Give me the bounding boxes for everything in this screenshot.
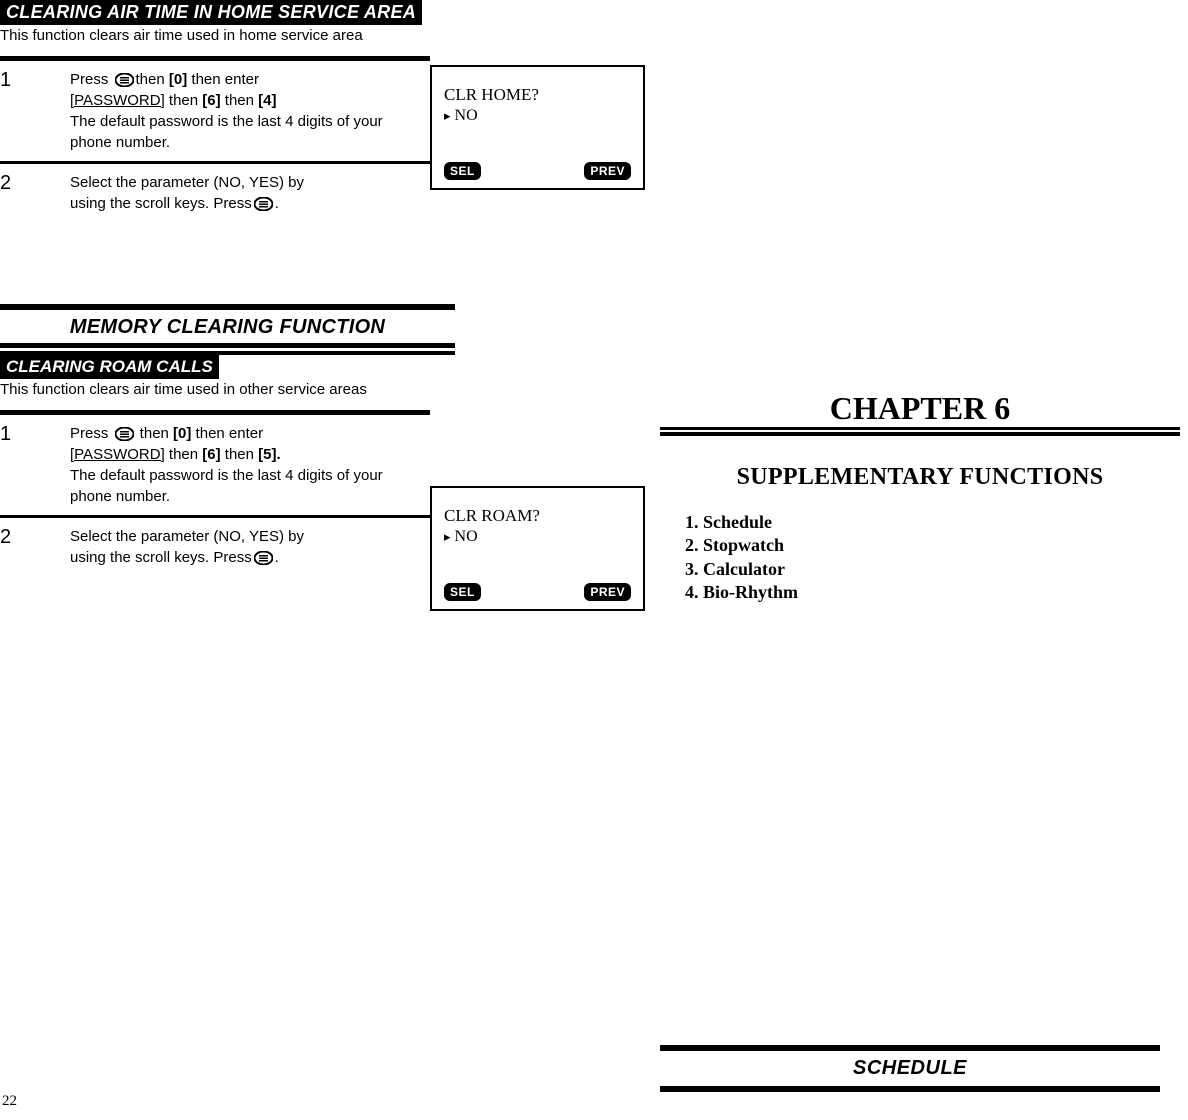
- text: then: [165, 446, 203, 463]
- text: then: [136, 71, 169, 88]
- divider: [0, 56, 430, 61]
- press-label: Press: [70, 425, 113, 442]
- step-text: Select the parameter (NO, YES) by using …: [70, 172, 400, 214]
- screen-option: ▸NO: [444, 107, 631, 125]
- step-number: 2: [0, 526, 70, 568]
- section-home-description: This function clears air time used in ho…: [0, 27, 580, 44]
- step-row: 1 Press then [0] then enter [PASSWORD] t…: [0, 69, 430, 153]
- supplementary-title: SUPPLEMENTARY FUNCTIONS: [660, 464, 1180, 491]
- text: Select the parameter (NO, YES) by: [70, 174, 304, 191]
- sel-button[interactable]: SEL: [444, 162, 481, 180]
- key-5: [5].: [258, 446, 281, 463]
- schedule-header-box: SCHEDULE: [660, 1045, 1160, 1092]
- step-text: Press then [0] then enter [PASSWORD] the…: [70, 69, 400, 153]
- key-0: [0]: [173, 425, 191, 442]
- menu-icon: [254, 551, 273, 565]
- left-column: CLEARING AIR TIME IN HOME SERVICE AREA T…: [0, 0, 580, 572]
- prev-button[interactable]: PREV: [584, 162, 631, 180]
- right-column: CHAPTER 6 SUPPLEMENTARY FUNCTIONS 1. Sch…: [660, 0, 1180, 605]
- phone-screen-home: CLR HOME? ▸NO SEL PREV: [430, 65, 645, 190]
- list-item: 1. Schedule: [685, 511, 1180, 534]
- list-item: 2. Stopwatch: [685, 534, 1180, 557]
- text: using the scroll keys. Press: [70, 549, 252, 566]
- pointer-icon: ▸: [444, 529, 451, 545]
- text: then enter: [191, 425, 263, 442]
- text: .: [275, 549, 279, 566]
- text: then enter: [187, 71, 259, 88]
- divider: [0, 515, 430, 518]
- divider: [0, 410, 430, 415]
- screen-title: CLR HOME?: [444, 85, 631, 105]
- step-row: 2 Select the parameter (NO, YES) by usin…: [0, 172, 430, 214]
- mid-section-header: MEMORY CLEARING FUNCTION CLEARING ROAM C…: [0, 304, 580, 379]
- divider: [0, 161, 430, 164]
- section-roam-description: This function clears air time used in ot…: [0, 381, 580, 398]
- text: then: [221, 446, 259, 463]
- option-text: NO: [455, 528, 478, 545]
- list-item: 3. Calculator: [685, 558, 1180, 581]
- text: then: [136, 425, 174, 442]
- mid-title-box: MEMORY CLEARING FUNCTION: [0, 304, 455, 348]
- supplementary-list: 1. Schedule 2. Stopwatch 3. Calculator 4…: [685, 511, 1180, 605]
- screen-buttons: SEL PREV: [444, 162, 631, 180]
- step-text: Select the parameter (NO, YES) by using …: [70, 526, 400, 568]
- password-text: [PASSWORD]: [70, 92, 165, 109]
- key-0: [0]: [169, 71, 187, 88]
- list-item: 4. Bio-Rhythm: [685, 581, 1180, 604]
- screen-title: CLR ROAM?: [444, 506, 631, 526]
- key-4: [4]: [258, 92, 276, 109]
- key-6: [6]: [202, 446, 220, 463]
- step-number: 2: [0, 172, 70, 214]
- screen-option: ▸NO: [444, 528, 631, 546]
- section-title-home: CLEARING AIR TIME IN HOME SERVICE AREA: [0, 0, 422, 25]
- key-6: [6]: [202, 92, 220, 109]
- step-number: 1: [0, 69, 70, 153]
- phone-screen-roam: CLR ROAM? ▸NO SEL PREV: [430, 486, 645, 611]
- menu-icon: [254, 197, 273, 211]
- menu-icon: [115, 73, 134, 87]
- step-row: 2 Select the parameter (NO, YES) by usin…: [0, 526, 430, 568]
- text: then: [221, 92, 259, 109]
- screen-buttons: SEL PREV: [444, 583, 631, 601]
- text: using the scroll keys. Press: [70, 195, 252, 212]
- memory-clearing-title: MEMORY CLEARING FUNCTION: [70, 316, 385, 338]
- page-number: 22: [2, 1093, 17, 1110]
- prev-button[interactable]: PREV: [584, 583, 631, 601]
- text: then: [165, 92, 203, 109]
- default-password-note: The default password is the last 4 digit…: [70, 113, 383, 151]
- default-password-note: The default password is the last 4 digit…: [70, 467, 383, 505]
- steps-block-home: 1 Press then [0] then enter [PASSWORD] t…: [0, 69, 430, 214]
- option-text: NO: [455, 107, 478, 124]
- steps-block-roam: 1 Press then [0] then enter [PASSWORD] t…: [0, 423, 430, 568]
- text: Select the parameter (NO, YES) by: [70, 528, 304, 545]
- sel-button[interactable]: SEL: [444, 583, 481, 601]
- step-row: 1 Press then [0] then enter [PASSWORD] t…: [0, 423, 430, 507]
- step-text: Press then [0] then enter [PASSWORD] the…: [70, 423, 400, 507]
- press-label: Press: [70, 71, 113, 88]
- chapter-underline: [660, 432, 1180, 436]
- text: .: [275, 195, 279, 212]
- schedule-title: SCHEDULE: [853, 1057, 967, 1079]
- password-text: [PASSWORD]: [70, 446, 165, 463]
- pointer-icon: ▸: [444, 108, 451, 124]
- step-number: 1: [0, 423, 70, 507]
- menu-icon: [115, 427, 134, 441]
- chapter-title: CHAPTER 6: [660, 390, 1180, 430]
- subsection-title-roam: CLEARING ROAM CALLS: [0, 355, 219, 379]
